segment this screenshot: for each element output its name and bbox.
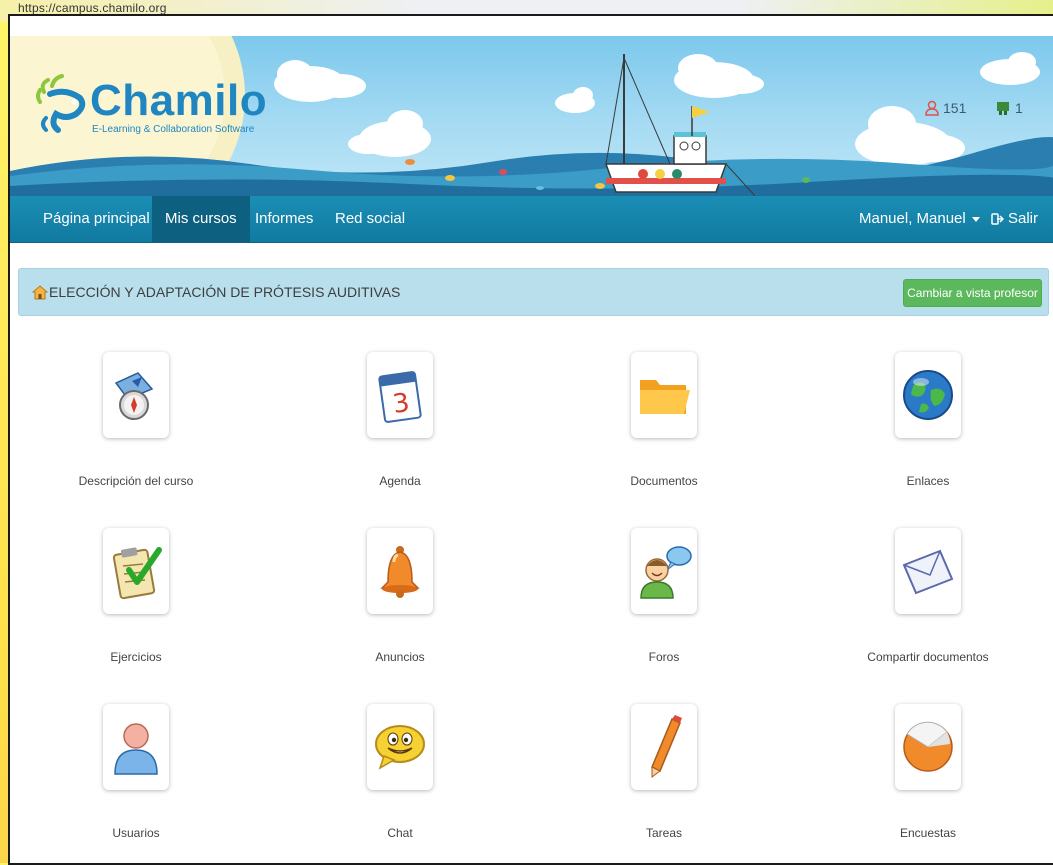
- tool-share-documents[interactable]: Compartir documentos: [828, 528, 1028, 664]
- chamilo-logo-icon: [36, 74, 86, 133]
- tool-label[interactable]: Agenda: [300, 474, 500, 488]
- tool-label[interactable]: Ejercicios: [36, 650, 236, 664]
- tool-documents[interactable]: Documentos: [564, 352, 764, 488]
- nav-social[interactable]: Red social: [322, 196, 418, 242]
- tool-links[interactable]: Enlaces: [828, 352, 1028, 488]
- chat-smiley-icon: [375, 725, 425, 770]
- tool-label[interactable]: Compartir documentos: [828, 650, 1028, 664]
- folder-icon: [640, 380, 690, 414]
- pencil-icon: [651, 715, 682, 778]
- tool-icon-box[interactable]: 3: [367, 352, 433, 438]
- nav-my-courses[interactable]: Mis cursos: [152, 196, 250, 242]
- compass-icon: [114, 372, 154, 420]
- tool-chat[interactable]: Chat: [300, 704, 500, 840]
- tool-label[interactable]: Foros: [564, 650, 764, 664]
- users-group-icon: [997, 102, 1009, 115]
- tool-icon-box[interactable]: [367, 528, 433, 614]
- messages-count: 1: [1015, 100, 1023, 116]
- tool-label[interactable]: Usuarios: [36, 826, 236, 840]
- tool-label[interactable]: Enlaces: [828, 474, 1028, 488]
- nav-home[interactable]: Página principal: [30, 196, 163, 242]
- home-icon[interactable]: [32, 285, 48, 300]
- online-count: 151: [943, 100, 967, 116]
- user-icon: [114, 723, 158, 775]
- header-banner: Chamilo E-Learning & Collaboration Softw…: [10, 36, 1053, 196]
- logout-link[interactable]: Salir: [978, 196, 1051, 242]
- tool-label[interactable]: Descripción del curso: [36, 474, 236, 488]
- messages-link[interactable]: 1: [995, 100, 1023, 116]
- tool-icon-box[interactable]: [895, 528, 961, 614]
- browser-url: https://campus.chamilo.org: [18, 1, 167, 15]
- tool-forums[interactable]: Foros: [564, 528, 764, 664]
- tool-exercises[interactable]: Ejercicios: [36, 528, 236, 664]
- main-navbar: Página principal Mis cursos Informes Red…: [10, 196, 1053, 243]
- tool-icon-box[interactable]: [367, 704, 433, 790]
- forum-icon: [640, 546, 692, 599]
- logo-title[interactable]: Chamilo: [90, 76, 267, 126]
- logout-label: Salir: [1008, 210, 1039, 227]
- bell-icon: [380, 546, 420, 598]
- user-outline-icon: [925, 100, 939, 116]
- user-menu-label: Manuel, Manuel: [859, 210, 966, 227]
- tool-users[interactable]: Usuarios: [36, 704, 236, 840]
- logo-subtitle: E-Learning & Collaboration Software: [92, 124, 255, 135]
- envelope-icon: [902, 549, 954, 595]
- tool-icon-box[interactable]: [631, 704, 697, 790]
- tool-icon-box[interactable]: [103, 352, 169, 438]
- course-title: ELECCIÓN Y ADAPTACIÓN DE PRÓTESIS AUDITI…: [49, 284, 401, 300]
- nav-reports[interactable]: Informes: [242, 196, 326, 242]
- tool-surveys[interactable]: Encuestas: [828, 704, 1028, 840]
- tool-icon-box[interactable]: [895, 704, 961, 790]
- user-menu[interactable]: Manuel, Manuel: [846, 196, 993, 242]
- tool-label[interactable]: Chat: [300, 826, 500, 840]
- pie-chart-icon: [903, 721, 953, 772]
- online-users-link[interactable]: 151: [925, 100, 966, 116]
- tool-label[interactable]: Anuncios: [300, 650, 500, 664]
- globe-icon: [903, 370, 953, 420]
- tool-label[interactable]: Documentos: [564, 474, 764, 488]
- tool-icon-box[interactable]: [103, 528, 169, 614]
- tool-icon-box[interactable]: [895, 352, 961, 438]
- tool-icon-box[interactable]: [103, 704, 169, 790]
- course-header: ELECCIÓN Y ADAPTACIÓN DE PRÓTESIS AUDITI…: [18, 268, 1049, 316]
- tool-agenda[interactable]: 3 Agenda: [300, 352, 500, 488]
- tool-assignments[interactable]: Tareas: [564, 704, 764, 840]
- tool-icon-box[interactable]: [631, 352, 697, 438]
- calendar-icon: 3: [378, 371, 422, 423]
- sign-out-icon: [991, 213, 1005, 225]
- tool-label[interactable]: Encuestas: [828, 826, 1028, 840]
- checklist-icon: [112, 547, 162, 600]
- app-window: Chamilo E-Learning & Collaboration Softw…: [8, 14, 1053, 865]
- tool-label[interactable]: Tareas: [564, 826, 764, 840]
- tool-course-description[interactable]: Descripción del curso: [36, 352, 236, 488]
- tool-icon-box[interactable]: [631, 528, 697, 614]
- tool-announcements[interactable]: Anuncios: [300, 528, 500, 664]
- switch-teacher-view-button[interactable]: Cambiar a vista profesor: [903, 279, 1042, 307]
